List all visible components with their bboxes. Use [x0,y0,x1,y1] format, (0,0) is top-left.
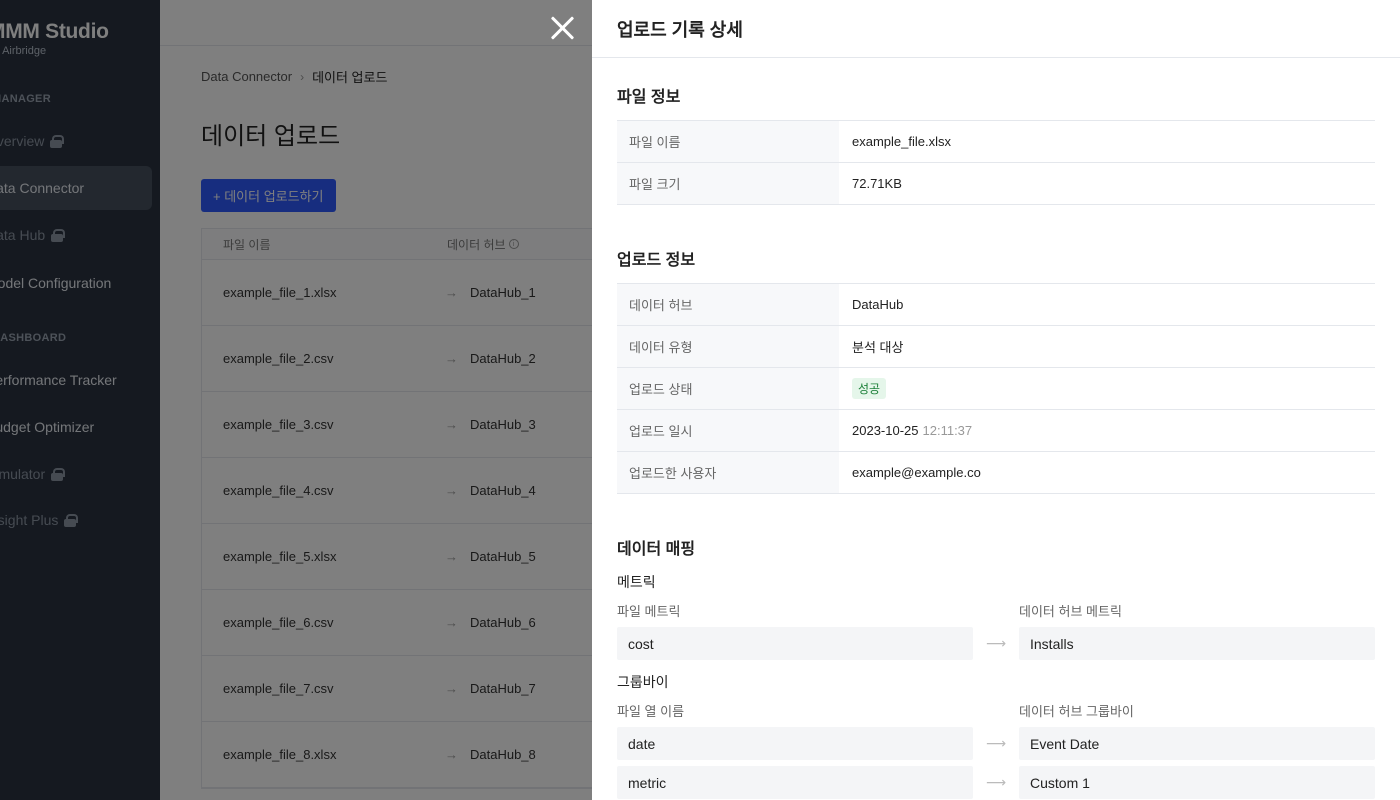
file-name-value: example_file.xlsx [852,134,951,149]
groupby-column-labels: 파일 열 이름 데이터 허브 그룹바이 [617,701,1375,720]
hub-groupby-label: 데이터 허브 그룹바이 [1019,704,1134,719]
mapping-row: cost ⟶ Installs [617,627,1375,660]
date-value: 2023-10-25 [852,423,919,438]
upload-info-table: 데이터 허브 DataHub 데이터 유형 분석 대상 업로드 상태 성공 업로… [617,283,1375,494]
mapping-target-field: Custom 1 [1019,766,1375,799]
file-size-label: 파일 크기 [617,163,839,204]
file-metric-label: 파일 메트릭 [617,604,681,619]
mapping-source-field: cost [617,627,973,660]
type-label: 데이터 유형 [617,326,839,367]
long-arrow-right-icon: ⟶ [985,735,1007,751]
mapping-row: date ⟶ Event Date [617,727,1375,760]
table-row: 데이터 허브 DataHub [617,284,1375,326]
metric-title: 메트릭 [617,574,656,590]
upload-detail-drawer: 업로드 기록 상세 파일 정보 파일 이름 example_file.xlsx … [592,0,1400,800]
mapping-source-field: date [617,727,973,760]
mapping-target-field: Installs [1019,627,1375,660]
user-value: example@example.co [852,465,981,480]
status-cell: 성공 [839,368,1375,409]
table-row: 업로드 상태 성공 [617,368,1375,410]
drawer-body: 파일 정보 파일 이름 example_file.xlsx 파일 크기 72.7… [592,83,1400,800]
status-badge: 성공 [852,378,887,399]
table-row: 파일 크기 72.71KB [617,163,1375,205]
date-label: 업로드 일시 [617,410,839,451]
date-cell: 2023-10-25 12:11:37 [839,410,1375,451]
groupby-title: 그룹바이 [617,674,669,690]
file-column-label: 파일 열 이름 [617,704,685,719]
metric-column-labels: 파일 메트릭 데이터 허브 메트릭 [617,601,1375,620]
file-info-table: 파일 이름 example_file.xlsx 파일 크기 72.71KB [617,120,1375,205]
table-row: 파일 이름 example_file.xlsx [617,121,1375,163]
drawer-title: 업로드 기록 상세 [592,0,1400,58]
hub-value: DataHub [852,297,904,312]
mapping-title: 데이터 매핑 [617,541,696,558]
mapping-source-field: metric [617,766,973,799]
file-size-value: 72.71KB [852,176,902,191]
file-name-label: 파일 이름 [617,121,839,162]
status-label: 업로드 상태 [617,368,839,409]
hub-label: 데이터 허브 [617,284,839,325]
file-info-title: 파일 정보 [617,89,681,106]
time-value: 12:11:37 [922,423,973,438]
app-root: MMM Studio by Airbridge MANAGER Overview… [0,0,1400,800]
close-icon[interactable] [548,13,578,43]
long-arrow-right-icon: ⟶ [985,774,1007,790]
table-row: 데이터 유형 분석 대상 [617,326,1375,368]
mapping-row: metric ⟶ Custom 1 [617,766,1375,799]
hub-metric-label: 데이터 허브 메트릭 [1019,604,1122,619]
mapping-target-field: Event Date [1019,727,1375,760]
table-row: 업로드 일시 2023-10-25 12:11:37 [617,410,1375,452]
groupby-mapping-list: date⟶Event Datemetric⟶Custom 1⟶ [617,727,1375,800]
long-arrow-right-icon: ⟶ [985,635,1007,651]
user-label: 업로드한 사용자 [617,452,839,493]
table-row: 업로드한 사용자 example@example.co [617,452,1375,494]
metric-mapping-list: cost ⟶ Installs [617,627,1375,660]
upload-info-title: 업로드 정보 [617,252,696,269]
type-value: 분석 대상 [852,340,904,355]
